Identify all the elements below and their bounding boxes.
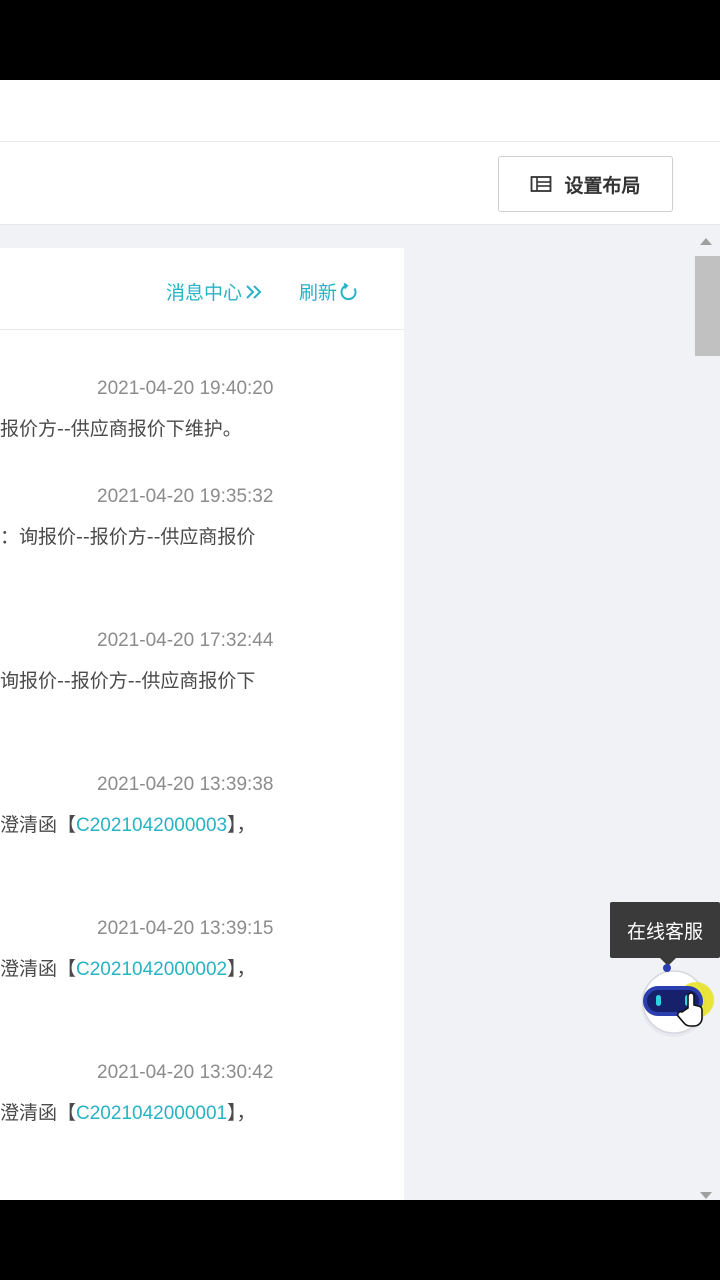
clarification-code-link[interactable]: C2021042000001 [76, 1103, 227, 1124]
message-time: 2021-04-20 17:32:44 [97, 630, 274, 651]
message-time: 2021-04-20 19:35:32 [97, 486, 274, 507]
message-body: 澄清函【 [0, 814, 77, 836]
double-chevron-right-icon [246, 284, 262, 299]
message-suffix: 】， [227, 814, 256, 836]
message-panel: 消息中心 刷新 2021-04-20 19:40:20 报价方--供应商报价下维… [0, 248, 404, 1200]
message-center-label: 消息中心 [166, 282, 243, 304]
message-text: 澄清函【C2021042000003】， [0, 810, 256, 837]
message-body: ：询报价--报价方--供应商报价 [0, 526, 256, 548]
message-time: 2021-04-20 13:39:15 [97, 918, 274, 939]
message-body: 报价方--供应商报价下维护。 [0, 418, 242, 440]
message-body: 澄清函【 [0, 958, 77, 980]
clarification-code-link[interactable]: C2021042000003 [76, 815, 227, 836]
refresh-icon [340, 282, 357, 300]
online-support-button[interactable] [634, 962, 714, 1042]
layout-icon [530, 175, 552, 193]
message-center-link[interactable]: 消息中心 [166, 278, 264, 305]
clarification-code-link[interactable]: C2021042000002 [76, 959, 227, 980]
app-viewport: 设置布局 消息中心 刷新 2021-04-20 19:40:20 报价方--供应… [0, 80, 720, 1200]
message-suffix: 】， [227, 1102, 256, 1124]
message-body: 澄清函【 [0, 1102, 77, 1124]
toolbar: 设置布局 [0, 142, 720, 225]
scrollbar-thumb[interactable] [695, 256, 720, 356]
message-suffix: 】， [227, 958, 256, 980]
message-time: 2021-04-20 13:30:42 [97, 1062, 274, 1083]
scrollbar[interactable] [692, 248, 720, 1200]
message-text: 澄清函【C2021042000001】， [0, 1098, 256, 1125]
message-time: 2021-04-20 19:40:20 [97, 378, 274, 399]
message-text: 澄清函【C2021042000002】， [0, 954, 256, 981]
set-layout-button[interactable]: 设置布局 [498, 156, 673, 212]
online-support-tooltip: 在线客服 [610, 902, 720, 966]
robot-icon [641, 964, 714, 1037]
refresh-link[interactable]: 刷新 [299, 278, 359, 305]
scroll-up-arrow-icon[interactable] [700, 238, 712, 245]
scroll-down-arrow-icon[interactable] [700, 1192, 712, 1199]
message-panel-header: 消息中心 刷新 [0, 248, 404, 330]
message-time: 2021-04-20 13:39:38 [97, 774, 274, 795]
message-text: ：询报价--报价方--供应商报价 [0, 522, 255, 549]
message-text: 询报价--报价方--供应商报价下 [0, 666, 255, 693]
set-layout-label: 设置布局 [564, 174, 641, 197]
top-bar [0, 80, 720, 142]
refresh-label: 刷新 [299, 282, 338, 304]
message-text: 报价方--供应商报价下维护。 [0, 414, 242, 441]
message-body: 询报价--报价方--供应商报价下 [0, 670, 256, 692]
